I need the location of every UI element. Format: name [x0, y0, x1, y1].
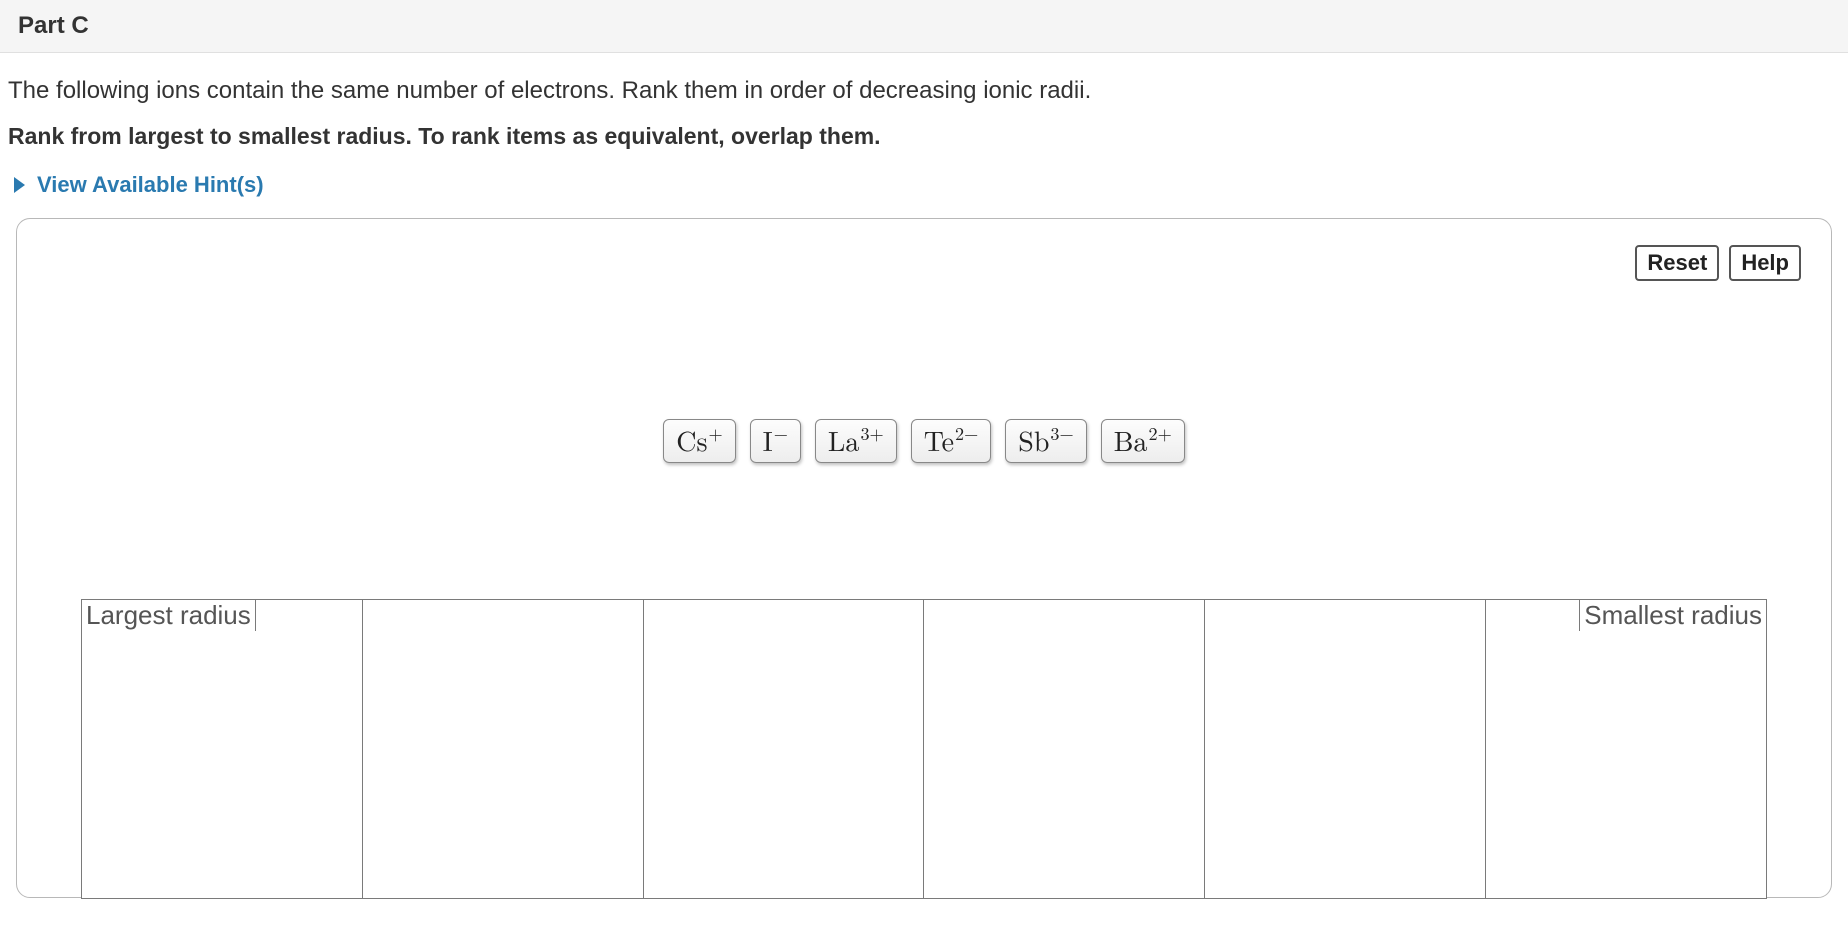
- ion-base: Te: [924, 426, 954, 454]
- ion-tile[interactable]: La3+: [815, 419, 897, 463]
- ranking-widget: Reset Help Cs+ I− La3+ Te2− Sb3− Ba2+: [16, 218, 1832, 898]
- part-header: Part C: [0, 0, 1848, 53]
- rank-slot[interactable]: [1204, 599, 1485, 899]
- ion-charge: +: [709, 424, 723, 442]
- ion-base: Sb: [1018, 426, 1049, 454]
- triangle-right-icon: [14, 177, 25, 193]
- ion-charge: 2−: [955, 424, 978, 442]
- axis-right-label: Smallest radius: [1579, 599, 1767, 631]
- ion-base: La: [828, 426, 860, 454]
- ion-base: I: [763, 426, 773, 454]
- ion-base: Ba: [1114, 426, 1148, 454]
- help-button[interactable]: Help: [1729, 245, 1801, 281]
- ion-charge: −: [774, 424, 788, 442]
- rank-slot[interactable]: Largest radius: [81, 599, 362, 899]
- ion-tile[interactable]: Te2−: [911, 419, 992, 463]
- rank-instruction: Rank from largest to smallest radius. To…: [8, 123, 1840, 150]
- question-content: The following ions contain the same numb…: [0, 53, 1848, 898]
- ion-charge: 2+: [1148, 424, 1171, 442]
- hints-toggle-label: View Available Hint(s): [37, 172, 264, 198]
- reset-button[interactable]: Reset: [1635, 245, 1719, 281]
- ion-base: Cs: [676, 426, 707, 454]
- ion-tile[interactable]: Ba2+: [1101, 419, 1185, 463]
- ion-tile[interactable]: Sb3−: [1005, 419, 1086, 463]
- rank-slot[interactable]: [362, 599, 643, 899]
- axis-left-label: Largest radius: [81, 599, 256, 631]
- part-title: Part C: [18, 12, 89, 39]
- ion-charge: 3+: [860, 424, 883, 442]
- view-hints-toggle[interactable]: View Available Hint(s): [8, 172, 264, 198]
- instruction-text: The following ions contain the same numb…: [8, 77, 1840, 105]
- ion-tile[interactable]: Cs+: [663, 419, 735, 463]
- ion-charge: 3−: [1050, 424, 1073, 442]
- ranking-drop-zone[interactable]: Largest radius Smallest radius: [81, 599, 1767, 899]
- widget-toolbar: Reset Help: [1635, 245, 1801, 281]
- ion-tile[interactable]: I−: [750, 419, 801, 463]
- rank-slot[interactable]: [923, 599, 1204, 899]
- rank-slot[interactable]: Smallest radius: [1485, 599, 1767, 899]
- rank-slot[interactable]: [643, 599, 924, 899]
- draggable-items-row: Cs+ I− La3+ Te2− Sb3− Ba2+: [17, 419, 1831, 463]
